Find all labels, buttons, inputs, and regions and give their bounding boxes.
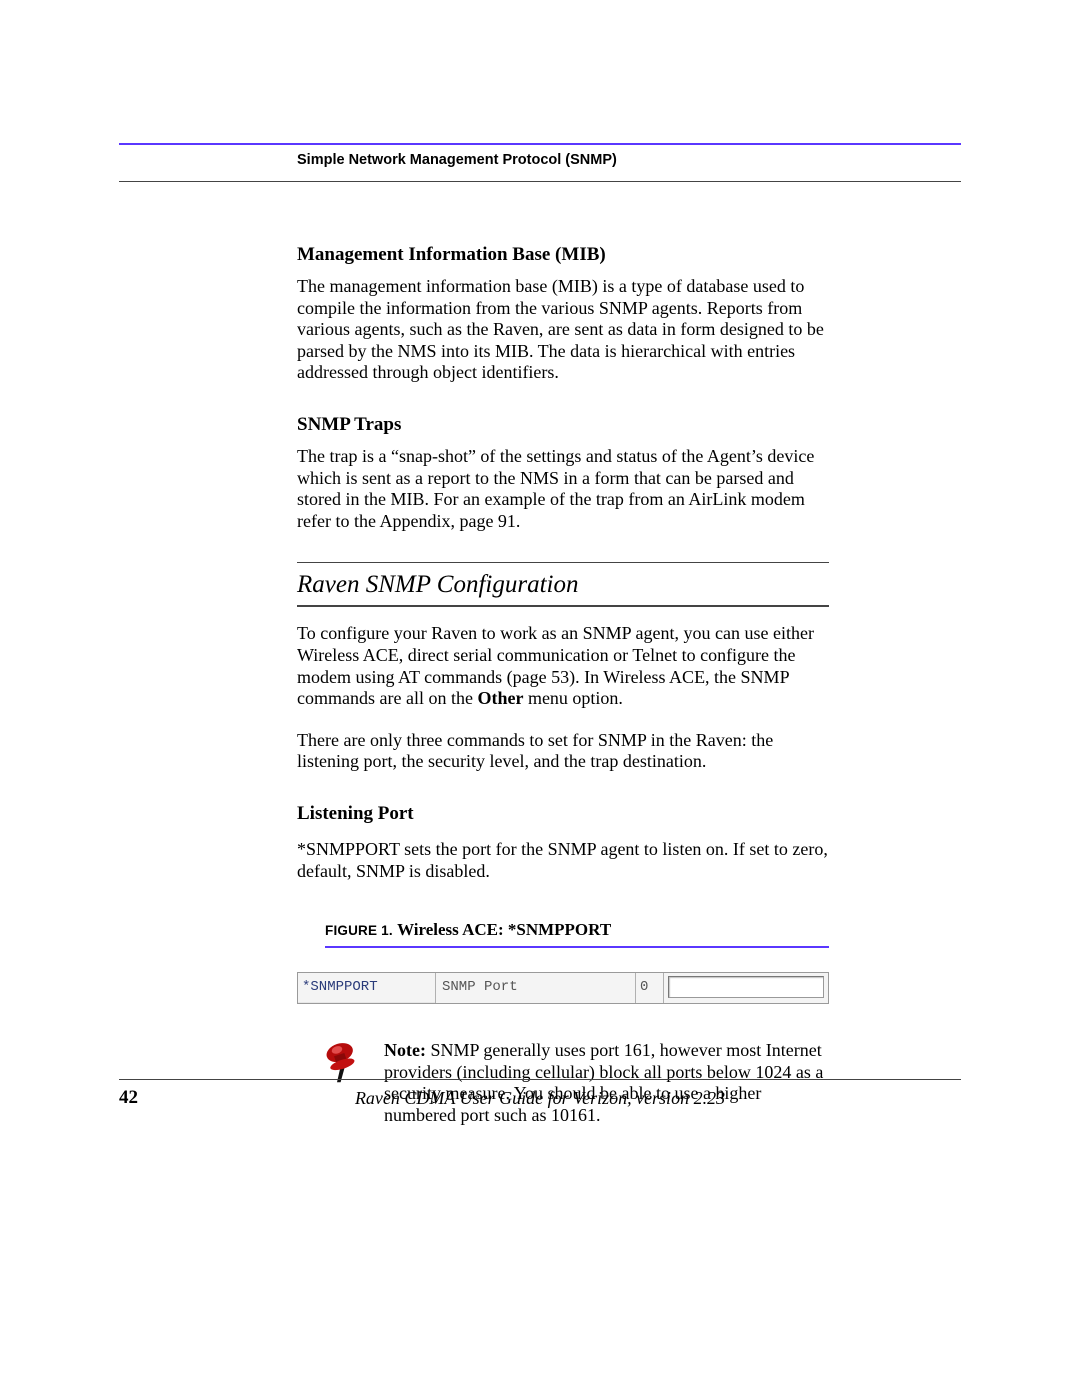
figure-caption: FIGURE 1. Wireless ACE: *SNMPPORT	[325, 920, 829, 948]
figure-snmpport-row: *SNMPPORT SNMP Port 0	[297, 972, 829, 1004]
content-column: Management Information Base (MIB) The ma…	[297, 244, 829, 1126]
running-header: Simple Network Management Protocol (SNMP…	[297, 152, 960, 168]
figure-text-input[interactable]	[668, 976, 824, 998]
note-block: Note: SNMP generally uses port 161, howe…	[297, 1040, 829, 1126]
paragraph-config-1b: menu option.	[523, 688, 623, 708]
paragraph-listening-port: *SNMPPORT sets the port for the SNMP age…	[297, 839, 829, 882]
figure-cell-input-wrap	[664, 973, 828, 1003]
header-top-rule	[119, 143, 961, 145]
section-bottom-rule	[297, 605, 829, 606]
section-divider: Raven SNMP Configuration	[297, 562, 829, 607]
figure-cell-description: SNMP Port	[436, 973, 636, 1003]
paragraph-config-2: There are only three commands to set for…	[297, 730, 829, 773]
page: Simple Network Management Protocol (SNMP…	[0, 0, 1080, 1397]
heading-listening-port: Listening Port	[297, 803, 829, 825]
paragraph-mib: The management information base (MIB) is…	[297, 276, 829, 384]
figure-rule	[325, 946, 829, 948]
paragraph-snmp-traps: The trap is a “snap-shot” of the setting…	[297, 446, 829, 532]
footer-title: Raven CDMA User Guide for Verizon, versi…	[0, 1088, 1080, 1109]
figure-title: Wireless ACE: *SNMPPORT	[397, 920, 611, 939]
paragraph-config-1: To configure your Raven to work as an SN…	[297, 623, 829, 709]
heading-mib: Management Information Base (MIB)	[297, 244, 829, 266]
note-text: Note: SNMP generally uses port 161, howe…	[384, 1040, 829, 1126]
heading-raven-config: Raven SNMP Configuration	[297, 571, 829, 607]
figure-label: FIGURE 1.	[325, 923, 393, 938]
heading-snmp-traps: SNMP Traps	[297, 414, 829, 436]
note-body: SNMP generally uses port 161, however mo…	[384, 1040, 823, 1125]
figure-cell-value: 0	[636, 973, 664, 1003]
note-label: Note:	[384, 1040, 430, 1060]
header-bottom-rule	[119, 181, 961, 182]
text-other-bold: Other	[477, 688, 523, 708]
figure-cell-command: *SNMPPORT	[298, 973, 436, 1003]
footer-rule	[119, 1079, 961, 1080]
